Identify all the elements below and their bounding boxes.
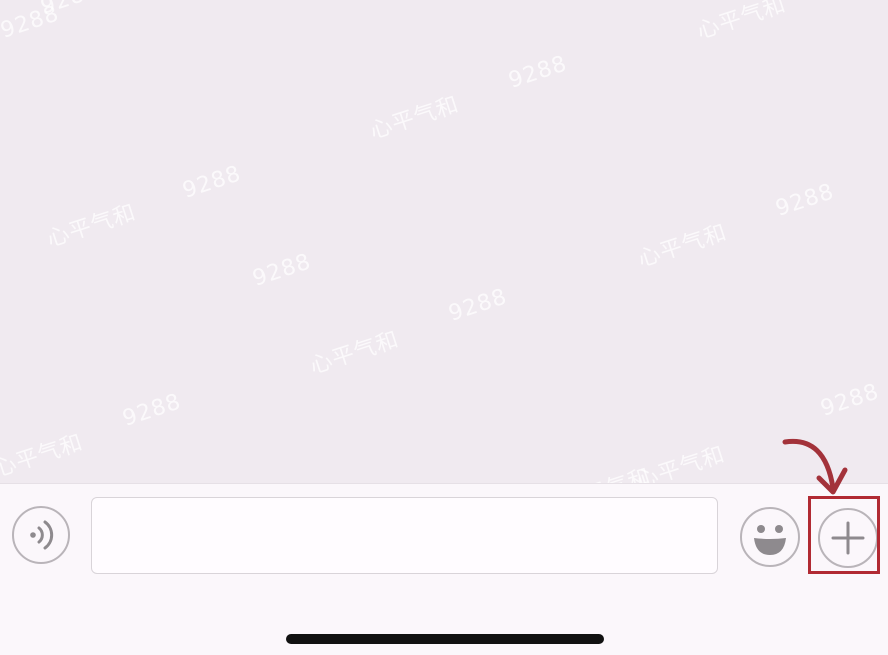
watermark-text: 9288 xyxy=(772,179,838,222)
smiley-icon xyxy=(754,525,786,555)
voice-wave-icon xyxy=(30,520,54,550)
watermark-text: 9288 xyxy=(505,51,571,94)
watermark-text: 心平气和 xyxy=(694,0,790,45)
watermark-text: 9288 xyxy=(817,379,883,422)
watermark-text: 9288 xyxy=(445,284,511,327)
watermark-text: 心平气和 xyxy=(307,327,403,380)
message-list-area[interactable]: 9288 心平气和 9288 心平气和 9288 心平气和 9288 心平气和 … xyxy=(0,0,888,516)
watermark-text: 心平气和 xyxy=(635,220,731,273)
watermark-text: 9288 xyxy=(179,161,245,204)
watermark-text: 9288 xyxy=(38,0,103,20)
highlight-annotation-box xyxy=(808,496,880,574)
watermark-text: 9288 xyxy=(0,1,63,44)
message-input[interactable] xyxy=(91,497,718,574)
home-indicator xyxy=(286,634,604,644)
chat-screen: 9288 心平气和 9288 心平气和 9288 心平气和 9288 心平气和 … xyxy=(0,0,888,655)
chat-input-bar xyxy=(0,483,888,655)
voice-input-button[interactable] xyxy=(12,506,70,564)
emoji-button[interactable] xyxy=(740,507,800,567)
watermark-text: 心平气和 xyxy=(44,200,140,253)
watermark-text: 心平气和 xyxy=(0,430,87,483)
watermark-text: 9288 xyxy=(119,389,185,432)
watermark-text: 心平气和 xyxy=(367,92,463,145)
annotation-arrow-icon xyxy=(782,438,848,495)
watermark-text: 9288 xyxy=(249,249,315,292)
